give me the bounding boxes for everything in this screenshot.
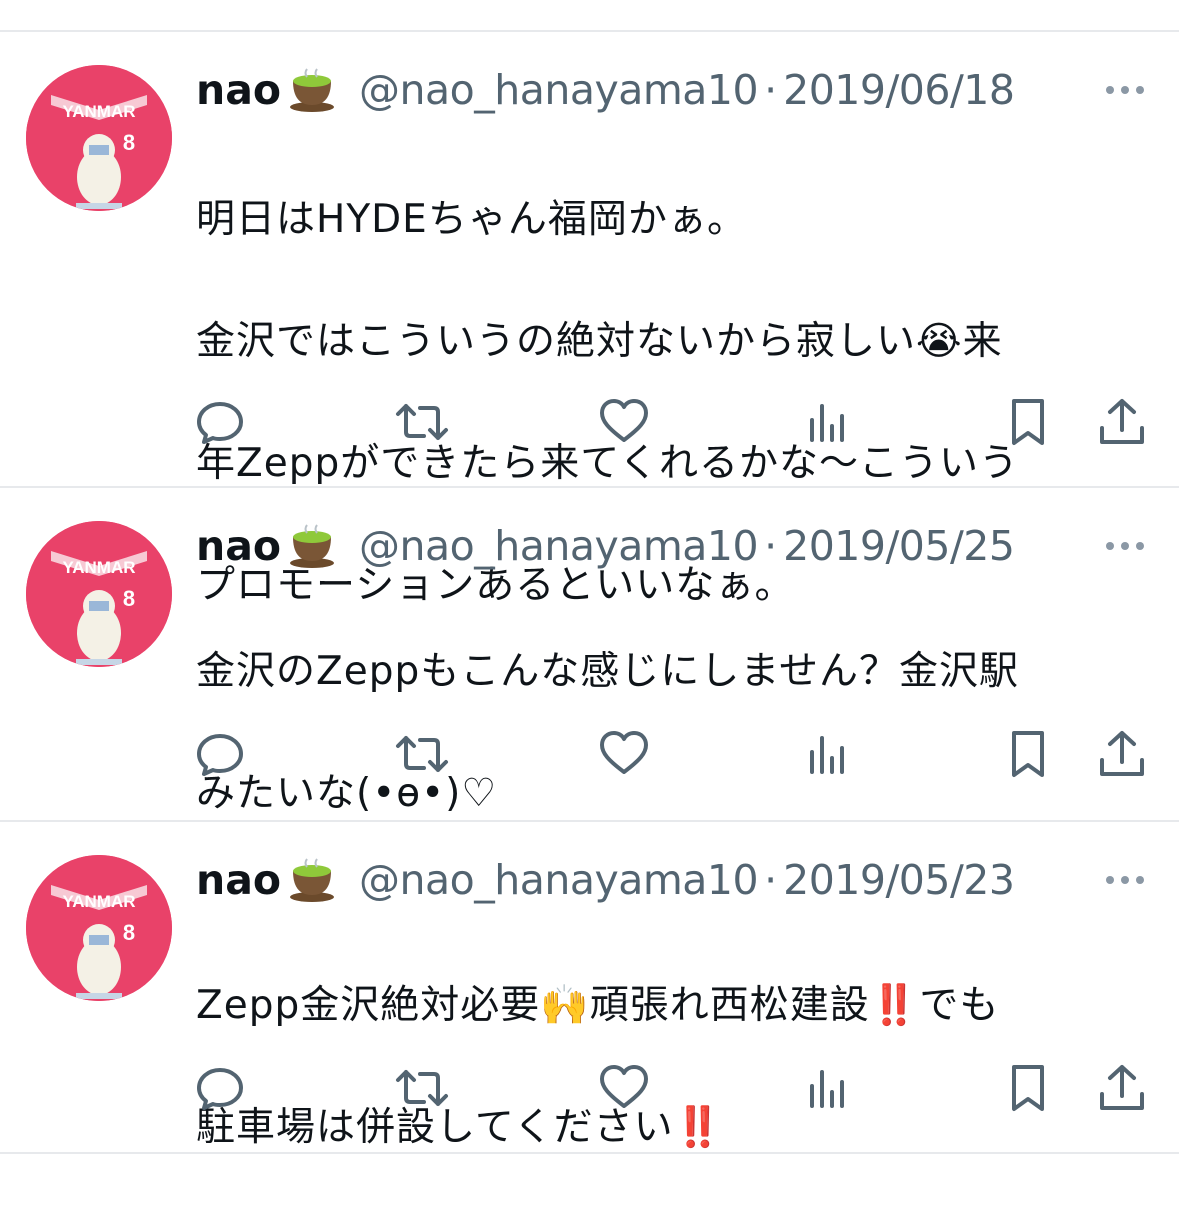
bottom-divider [0, 1152, 1179, 1154]
views-icon[interactable] [796, 724, 856, 784]
display-name[interactable]: nao [196, 60, 281, 120]
tweet-divider [0, 820, 1179, 822]
more-icon[interactable] [1100, 850, 1150, 910]
tweet-header: nao @nao_hanayama10 · 2019/05/23 [196, 850, 1015, 910]
tweet-date[interactable]: 2019/05/23 [783, 850, 1015, 910]
top-divider [0, 30, 1179, 32]
handle[interactable]: @nao_hanayama10 [359, 60, 759, 120]
tweet-text-line: Zepp金沢絶対必要🙌頑張れ西松建設‼️でも [196, 983, 1000, 1028]
avatar[interactable]: YANMAR 8 [26, 521, 172, 667]
display-name[interactable]: nao [196, 516, 281, 576]
bookmark-icon[interactable] [998, 1058, 1058, 1118]
views-icon[interactable] [796, 392, 856, 452]
green-tea-icon [290, 524, 335, 568]
avatar[interactable]: YANMAR 8 [26, 855, 172, 1001]
reply-icon[interactable] [190, 392, 250, 452]
tweet-divider [0, 486, 1179, 488]
tweet-date[interactable]: 2019/06/18 [783, 60, 1015, 120]
reply-icon[interactable] [190, 1058, 250, 1118]
separator: · [764, 522, 778, 570]
avatar[interactable]: YANMAR 8 [26, 65, 172, 211]
tweet-date[interactable]: 2019/05/25 [783, 516, 1015, 576]
svg-text:YANMAR: YANMAR [62, 892, 135, 911]
retweet-icon[interactable] [392, 724, 452, 784]
avatar-image: YANMAR 8 [26, 521, 172, 667]
bookmark-icon[interactable] [998, 724, 1058, 784]
svg-text:8: 8 [123, 130, 135, 155]
tweet-header: nao @nao_hanayama10 · 2019/05/25 [196, 516, 1015, 576]
like-icon[interactable] [594, 724, 654, 784]
green-tea-icon [290, 858, 335, 902]
bookmark-icon[interactable] [998, 392, 1058, 452]
like-icon[interactable] [594, 392, 654, 452]
tweet-text-line: 金沢ではこういうの絶対ないから寂しい😭来 [196, 319, 1003, 364]
svg-text:YANMAR: YANMAR [62, 558, 135, 577]
more-icon[interactable] [1100, 60, 1150, 120]
retweet-icon[interactable] [392, 392, 452, 452]
share-icon[interactable] [1092, 392, 1152, 452]
avatar-image: YANMAR 8 [26, 65, 172, 211]
tweet-text-line: 明日はHYDEちゃん福岡かぁ。 [196, 197, 748, 242]
svg-text:8: 8 [123, 586, 135, 611]
views-icon[interactable] [796, 1058, 856, 1118]
tweet-actions [0, 724, 1179, 784]
share-icon[interactable] [1092, 724, 1152, 784]
tweet-actions [0, 392, 1179, 452]
svg-text:8: 8 [123, 920, 135, 945]
handle[interactable]: @nao_hanayama10 [359, 516, 759, 576]
more-icon[interactable] [1100, 516, 1150, 576]
handle[interactable]: @nao_hanayama10 [359, 850, 759, 910]
like-icon[interactable] [594, 1058, 654, 1118]
retweet-icon[interactable] [392, 1058, 452, 1118]
separator: · [764, 66, 778, 114]
separator: · [764, 856, 778, 904]
tweet-header: nao @nao_hanayama10 · 2019/06/18 [196, 60, 1015, 120]
green-tea-icon [290, 68, 335, 112]
display-name[interactable]: nao [196, 850, 281, 910]
reply-icon[interactable] [190, 724, 250, 784]
svg-text:YANMAR: YANMAR [62, 102, 135, 121]
tweet-text-line: 金沢のZeppもこんな感じにしません？金沢駅 [196, 649, 1020, 694]
avatar-image: YANMAR 8 [26, 855, 172, 1001]
tweet-actions [0, 1058, 1179, 1118]
share-icon[interactable] [1092, 1058, 1152, 1118]
